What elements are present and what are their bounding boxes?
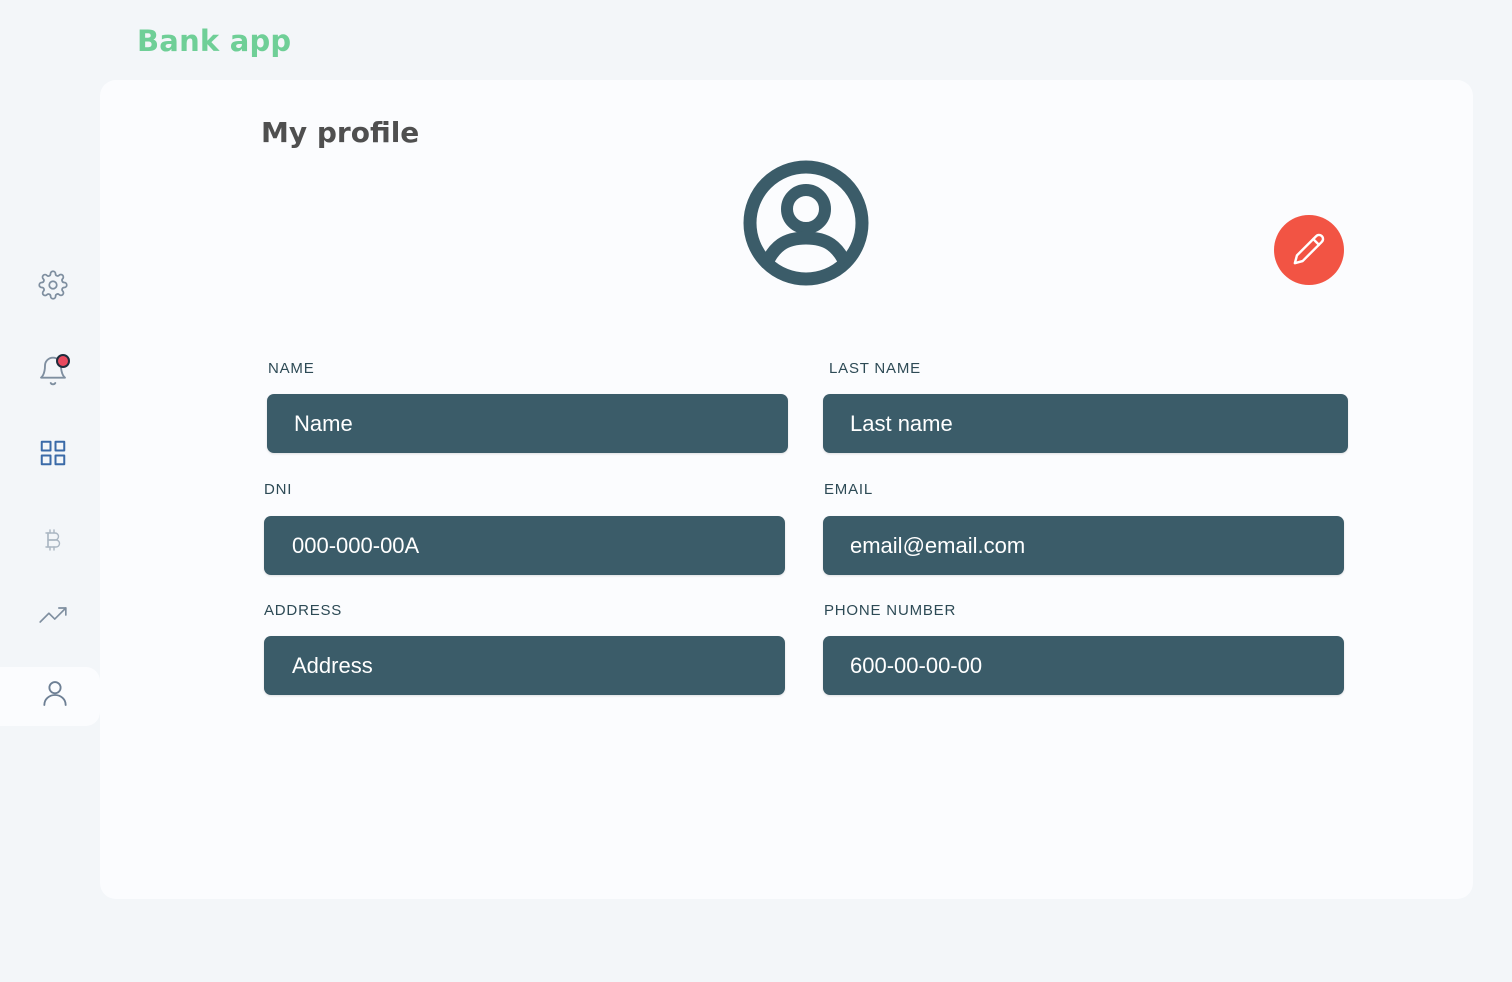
email-field[interactable] [823, 516, 1344, 575]
address-label: ADDRESS [264, 602, 343, 619]
pencil-icon [1292, 232, 1326, 269]
name-label: NAME [268, 360, 315, 377]
sidebar-item-investments[interactable] [24, 590, 82, 640]
phone-field[interactable] [823, 636, 1344, 695]
gear-icon [38, 270, 68, 300]
trending-up-icon [37, 601, 69, 629]
last-name-field[interactable] [823, 394, 1348, 453]
edit-profile-button[interactable] [1274, 215, 1344, 285]
address-field[interactable] [264, 636, 785, 695]
sidebar-item-profile[interactable] [26, 668, 84, 718]
sidebar-item-dashboard[interactable] [24, 428, 82, 478]
dni-label: DNI [264, 481, 293, 498]
grid-icon [38, 438, 68, 468]
sidebar-item-settings[interactable] [24, 260, 82, 310]
sidebar [0, 0, 100, 982]
profile-card: My profile NAME LAST NAME DNI EMAIL ADDR… [100, 80, 1473, 899]
name-field[interactable] [267, 394, 788, 453]
user-icon [39, 677, 71, 709]
notification-badge [56, 354, 70, 368]
bitcoin-icon [41, 528, 65, 554]
last-name-label: LAST NAME [829, 360, 921, 377]
phone-label: PHONE NUMBER [824, 602, 957, 619]
user-circle-icon [743, 160, 869, 286]
dni-field[interactable] [264, 516, 785, 575]
page-title: My profile [261, 116, 420, 149]
bell-icon [37, 354, 70, 387]
app-brand: Bank app [137, 24, 292, 58]
sidebar-item-notifications[interactable] [24, 346, 82, 396]
email-label: EMAIL [824, 481, 874, 498]
sidebar-item-crypto[interactable] [24, 516, 82, 566]
